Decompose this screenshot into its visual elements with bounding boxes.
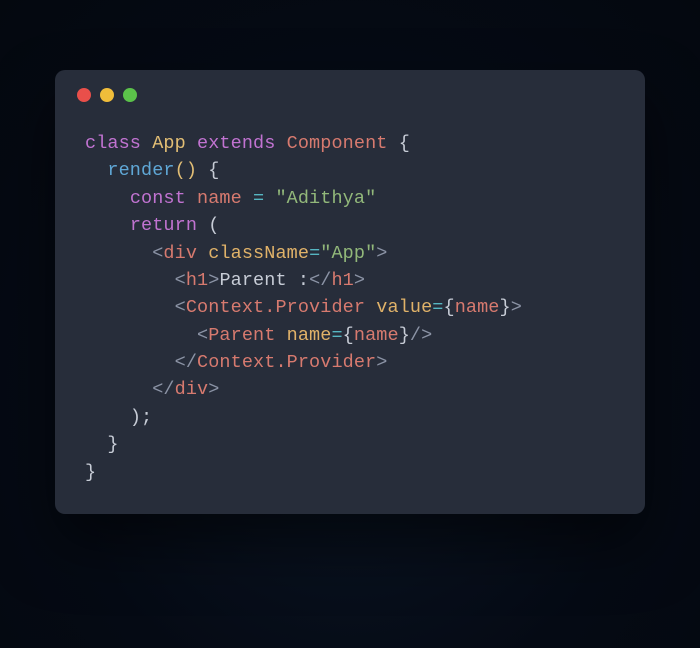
render-parens: ()	[175, 160, 197, 181]
close-dot-icon[interactable]	[77, 88, 91, 102]
string-literal: "Adithya"	[275, 188, 376, 209]
code-window: class App extends Component { render() {…	[55, 70, 645, 514]
window-titlebar	[55, 70, 645, 108]
tag-div: div	[163, 243, 197, 264]
zoom-dot-icon[interactable]	[123, 88, 137, 102]
superclass-name: Component	[287, 133, 388, 154]
kw-return: return	[130, 215, 197, 236]
class-name: App	[152, 133, 186, 154]
h1-text: Parent :	[219, 270, 309, 291]
attr-classname-value: "App"	[320, 243, 376, 264]
method-render: render	[107, 160, 174, 181]
brace-open: {	[399, 133, 410, 154]
assign-equals: =	[253, 188, 264, 209]
stage: class App extends Component { render() {…	[0, 0, 700, 648]
brace-close: }	[85, 462, 96, 483]
tag-h1: h1	[186, 270, 208, 291]
code-block: class App extends Component { render() {…	[55, 108, 645, 486]
var-name: name	[197, 188, 242, 209]
kw-const: const	[130, 188, 186, 209]
kw-class: class	[85, 133, 141, 154]
kw-extends: extends	[197, 133, 275, 154]
attr-name: name	[287, 325, 332, 346]
attr-classname: className	[208, 243, 309, 264]
tag-context-provider: Context.Provider	[186, 297, 365, 318]
minimize-dot-icon[interactable]	[100, 88, 114, 102]
tag-parent: Parent	[208, 325, 275, 346]
attr-value: value	[376, 297, 432, 318]
